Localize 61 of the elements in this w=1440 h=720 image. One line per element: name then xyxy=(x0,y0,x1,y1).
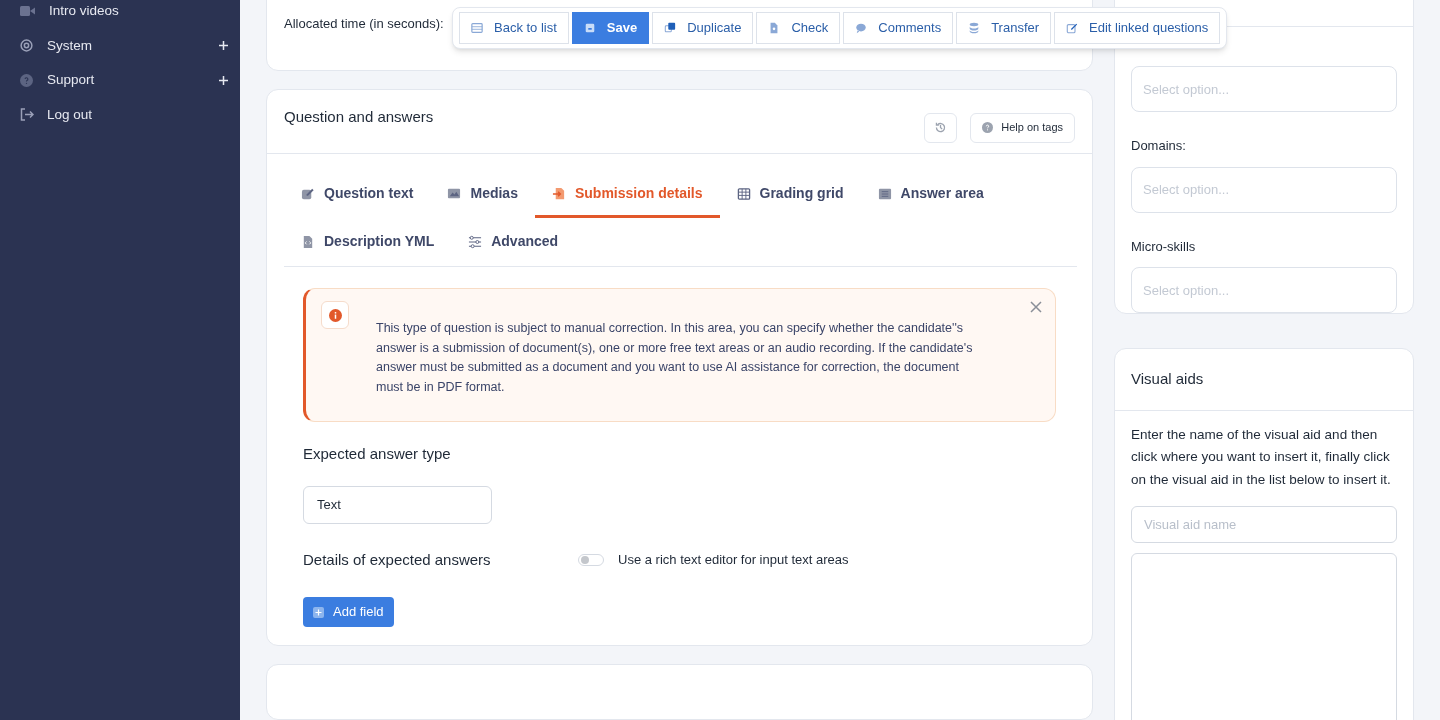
video-camera-icon xyxy=(20,6,35,17)
section-label: Details of expected answers xyxy=(303,549,492,570)
toolbar-button[interactable]: Comments xyxy=(843,12,954,44)
copy-icon xyxy=(664,22,677,34)
sidebar-item[interactable]: Support xyxy=(0,63,240,98)
visual-aid-name-field[interactable]: Visual aid name xyxy=(1131,506,1397,544)
tab[interactable]: Answer area xyxy=(860,172,1001,219)
sliders-icon xyxy=(468,234,483,249)
toolbar-button[interactable]: Duplicate xyxy=(652,12,754,44)
sidebar-item[interactable]: System xyxy=(0,28,240,63)
instructions-text: Enter the name of the visual aid and then click where you want to insert it, finally click on the visual aid in the list below to insert it. xyxy=(1130,426,1392,489)
tab[interactable]: Medias xyxy=(430,172,535,219)
history-icon xyxy=(934,121,948,135)
pencil-icon xyxy=(301,186,315,201)
plus-icon xyxy=(313,606,324,618)
tab[interactable]: Grading grid xyxy=(719,172,861,219)
help-icon xyxy=(982,122,994,134)
plus-icon xyxy=(219,41,228,51)
toolbar-button[interactable]: Save xyxy=(571,12,650,44)
pencil-icon xyxy=(1066,22,1079,34)
answer-type-field[interactable]: Text xyxy=(303,485,492,524)
field-label: Allocated time (in seconds): xyxy=(284,16,444,31)
sidebar-item[interactable]: Log out xyxy=(0,97,240,132)
card-title: Question and answers xyxy=(284,107,434,128)
select-field[interactable]: Select option... xyxy=(1131,166,1397,213)
info-icon xyxy=(328,308,342,322)
field-label: Micro-skills xyxy=(1131,237,1196,256)
database-icon xyxy=(968,22,981,34)
toolbar-button[interactable]: Edit linked questions xyxy=(1054,12,1221,44)
save-icon xyxy=(583,22,596,34)
section-label: Expected answer type xyxy=(303,444,451,465)
close-icon xyxy=(1029,300,1043,315)
tab[interactable]: Description YML xyxy=(284,220,452,267)
select-field[interactable]: Select option... xyxy=(1131,267,1397,313)
tab[interactable]: Advanced xyxy=(451,220,576,267)
document-arrow-icon xyxy=(551,186,566,201)
image-icon xyxy=(447,186,462,201)
help-button[interactable]: Help on tags xyxy=(970,112,1075,143)
toolbar-button[interactable]: Transfer xyxy=(956,12,1052,44)
alert-message: This type of question is subject to manual correction. In this area, you can specify whether the candidate''s answer is a submission of document(s), one or more free text areas or an audio recording. If the candidate's answer must be submitted as a document and you want to use AI assistance for correction, the document must be in PDF format. xyxy=(376,320,974,396)
text-lines-icon xyxy=(877,186,892,201)
history-button[interactable] xyxy=(924,112,958,143)
toggle-label: Use a rich text editor for input text areas xyxy=(618,551,849,570)
plus-icon xyxy=(219,75,228,85)
table-icon xyxy=(736,186,751,201)
select-field[interactable]: Select option... xyxy=(1131,66,1397,112)
add-field-button[interactable]: Add field xyxy=(303,597,394,628)
settings-icon xyxy=(20,39,33,53)
toolbar-button[interactable]: Back to list xyxy=(459,12,569,44)
tab[interactable]: Question text xyxy=(284,172,431,219)
list-icon xyxy=(471,22,483,34)
sidebar-item[interactable]: Intro videos xyxy=(0,0,240,29)
help-icon xyxy=(20,73,33,87)
code-file-icon xyxy=(301,234,315,249)
logout-icon xyxy=(20,108,34,122)
speech-bubble-icon xyxy=(855,22,868,34)
card-title: Visual aids xyxy=(1131,369,1204,390)
tab[interactable]: Submission details xyxy=(534,172,720,219)
close-button[interactable] xyxy=(1029,300,1043,315)
toolbar-button[interactable]: Check xyxy=(756,12,841,44)
field-label: Domains: xyxy=(1131,137,1186,155)
